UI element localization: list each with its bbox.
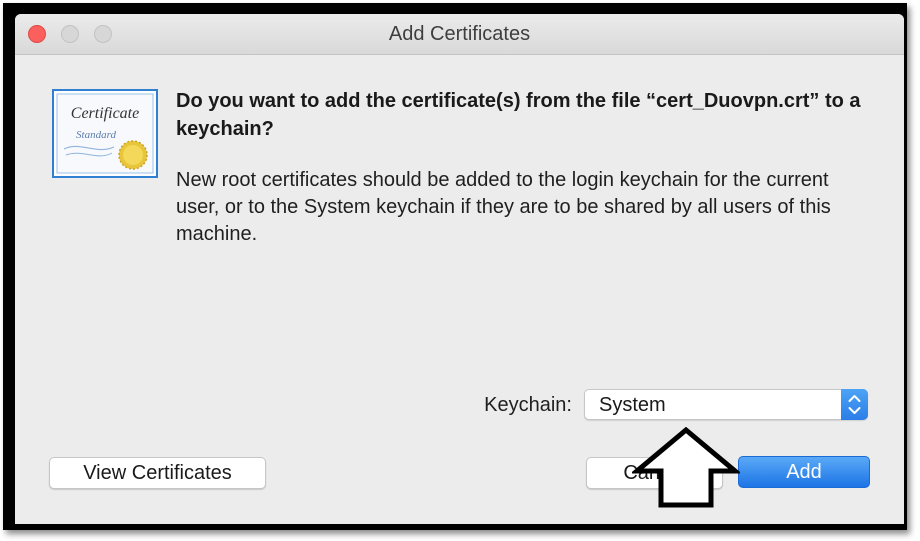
keychain-selected-value: System [599,394,666,416]
chevron-up-down-icon[interactable] [841,389,868,420]
add-button[interactable]: Add [738,456,870,488]
keychain-label: Keychain: [484,394,572,416]
certificate-icon-subtitle: Standard [76,129,116,141]
dialog-message: New root certificates should be added to… [176,169,831,245]
title-bar[interactable]: Add Certificates [15,14,904,55]
screenshot-frame: Add Certificates Certificate Standard Do… [3,3,907,530]
keychain-select[interactable]: System [584,389,868,420]
up-arrow-annotation-icon [632,427,740,508]
certificate-icon-title: Certificate [71,105,139,122]
add-certificates-dialog: Add Certificates Certificate Standard Do… [15,14,904,524]
window-title: Add Certificates [388,23,531,45]
view-certificates-button[interactable]: View Certificates [49,457,266,489]
certificate-icon: Certificate Standard [52,89,158,178]
dialog-heading: Do you want to add the certificate(s) fr… [176,90,861,140]
